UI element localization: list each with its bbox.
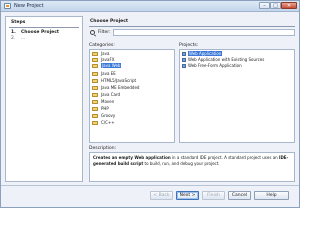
step-item-next: 2.... — [11, 36, 25, 41]
category-label: Java EE — [101, 71, 116, 76]
category-label: Groovy — [101, 113, 116, 118]
window-title: New Project — [14, 3, 44, 9]
category-item[interactable]: HTML5/JavaScript — [92, 78, 136, 84]
back-button[interactable]: < Back — [150, 191, 173, 200]
categories-list[interactable]: Java JavaFX Java Web Java EE HTML5/JavaS… — [89, 49, 175, 143]
folder-icon — [92, 63, 98, 68]
new-project-dialog: New Project – □ ✕ Steps 1. Choose Project… — [0, 0, 300, 208]
category-label: HTML5/JavaScript — [101, 78, 137, 83]
projects-label: Projects: — [179, 43, 199, 48]
description-box: Creates an empty Web application in a st… — [89, 152, 295, 182]
next-button[interactable]: Next > — [176, 191, 199, 200]
category-label: Java Web — [101, 63, 122, 68]
step-item-choose-project: 1. Choose Project — [11, 30, 59, 35]
step-label: ... — [21, 36, 26, 41]
help-button[interactable]: Help — [254, 191, 289, 200]
description-bold: Creates an empty Web application — [93, 155, 171, 160]
maximize-button[interactable]: □ — [270, 2, 281, 9]
category-item[interactable]: PHP — [92, 106, 109, 112]
web-project-icon — [182, 51, 186, 56]
heading-divider — [89, 26, 295, 27]
filter-label: Filter: — [98, 30, 111, 35]
search-icon — [90, 30, 95, 35]
steps-heading: Steps — [11, 20, 26, 25]
finish-button[interactable]: Finish — [202, 191, 225, 200]
description-label: Description: — [89, 146, 117, 151]
category-item[interactable]: Maven — [92, 99, 114, 105]
category-item[interactable]: Groovy — [92, 113, 115, 119]
project-label: Web Free-Form Application — [188, 63, 242, 68]
close-button[interactable]: ✕ — [281, 2, 297, 9]
description-text: in a standard IDE project. A standard pr… — [170, 155, 279, 160]
project-item[interactable]: Web Free-Form Application — [182, 63, 242, 69]
project-label: Web Application — [188, 51, 223, 56]
folder-icon — [92, 57, 98, 62]
folder-icon — [92, 85, 98, 90]
footer-divider — [1, 185, 299, 186]
folder-icon — [92, 113, 98, 118]
projects-list[interactable]: Web Application Web Application with Exi… — [179, 49, 295, 143]
title-bar[interactable]: New Project – □ ✕ — [1, 1, 299, 12]
category-label: PHP — [101, 106, 109, 111]
steps-divider — [9, 27, 79, 28]
category-item[interactable]: Java EE — [92, 71, 116, 77]
category-item[interactable]: Java ME Embedded — [92, 85, 139, 91]
folder-icon — [92, 51, 98, 56]
main-panel: Choose Project Filter: Categories: Proje… — [87, 16, 297, 182]
folder-icon — [92, 120, 98, 125]
cancel-button[interactable]: Cancel — [228, 191, 251, 200]
steps-panel: Steps 1. Choose Project 2.... — [5, 16, 83, 182]
category-label: Java ME Embedded — [101, 85, 140, 90]
step-number: 2. — [11, 36, 16, 41]
category-label: Java Card — [101, 92, 121, 97]
folder-icon — [92, 92, 98, 97]
page-title: Choose Project — [90, 19, 129, 24]
step-number: 1. — [11, 30, 16, 35]
web-project-icon — [182, 63, 186, 68]
app-icon — [4, 3, 11, 9]
minimize-button[interactable]: – — [259, 2, 270, 9]
category-label: C/C++ — [101, 120, 115, 125]
folder-icon — [92, 71, 98, 76]
description-text: to build, run, and debug your project. — [143, 160, 220, 166]
category-label: JavaFX — [101, 57, 115, 62]
folder-icon — [92, 106, 98, 111]
folder-icon — [92, 78, 98, 83]
category-item[interactable]: Java Card — [92, 92, 120, 98]
step-label: Choose Project — [21, 30, 60, 35]
category-label: Java — [101, 51, 110, 56]
categories-label: Categories: — [89, 43, 115, 48]
web-project-icon — [182, 57, 186, 62]
category-item-selected[interactable]: Java Web — [92, 63, 122, 69]
folder-icon — [92, 99, 98, 104]
category-item[interactable]: C/C++ — [92, 120, 115, 126]
category-label: Maven — [101, 99, 115, 104]
project-label: Web Application with Existing Sources — [188, 57, 265, 62]
filter-input[interactable] — [113, 29, 295, 36]
